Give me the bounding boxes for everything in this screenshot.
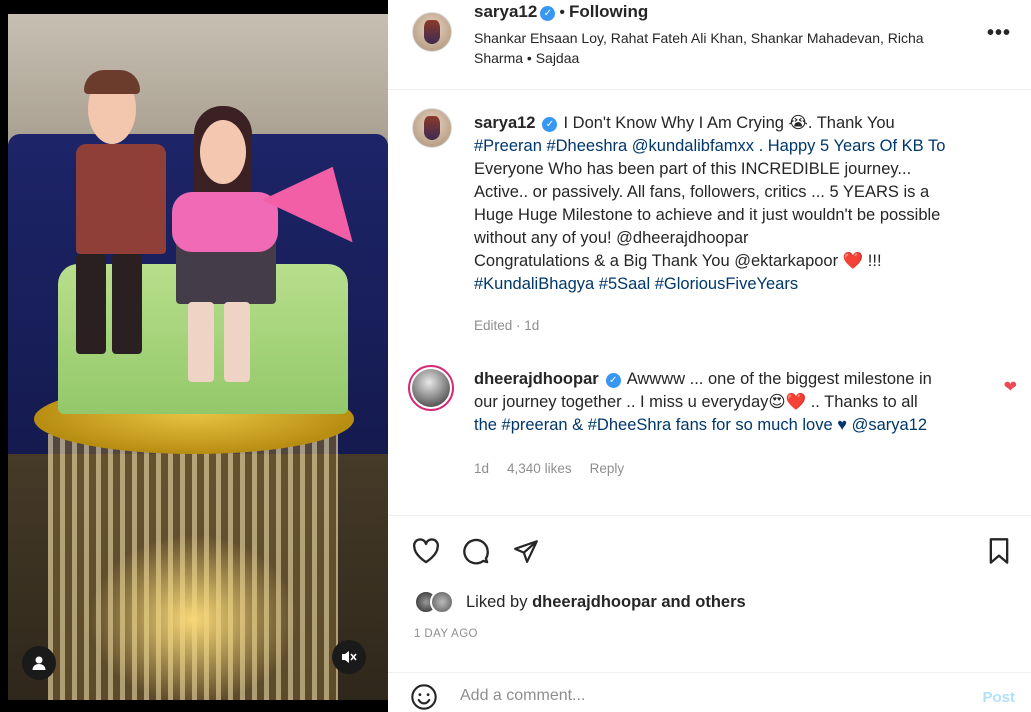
cake-topper-man xyxy=(68,70,178,374)
post-media[interactable] xyxy=(0,0,388,712)
post-details-panel: sarya12 ✓ • Following Shankar Ehsaan Loy, R… xyxy=(388,0,1031,712)
author-username[interactable]: sarya12 xyxy=(474,2,537,21)
liked-by-prefix: Liked by xyxy=(466,592,528,611)
commenter-avatar[interactable] xyxy=(408,365,454,411)
heart-outline-icon xyxy=(413,538,439,564)
caption-username[interactable]: sarya12 xyxy=(474,114,535,132)
speaker-muted-icon xyxy=(342,651,357,663)
smiley-icon xyxy=(411,684,437,710)
post-caption: sarya12 ✓ I Don't Know Why I Am Crying 😭. … xyxy=(474,112,1009,296)
user-icon xyxy=(32,656,46,670)
author-avatar[interactable] xyxy=(412,12,452,52)
caption-line: Huge Huge Milestone to achieve and it ju… xyxy=(474,206,941,224)
comment-like-heart-icon[interactable]: ❤ xyxy=(1004,377,1017,397)
caption-line[interactable]: #Preeran #Dheeshra @kundalibfamxx . Happ… xyxy=(474,137,945,155)
liked-by-username[interactable]: dheerajdhoopar xyxy=(532,593,657,612)
liked-by-row: Liked by dheerajdhoopar and others xyxy=(414,588,746,616)
verified-badge-icon: ✓ xyxy=(542,117,558,132)
caption-line: without any of you! @dheerajdhoopar xyxy=(474,229,749,247)
stand-light-glow xyxy=(88,534,298,700)
caption-line: Congratulations & a Big Thank You @ektar… xyxy=(474,252,882,270)
caption-line: I Don't Know Why I Am Crying 😭. Thank Yo… xyxy=(563,114,895,132)
video-frame[interactable] xyxy=(8,14,388,700)
like-button[interactable] xyxy=(410,535,442,567)
comment-line: our journey together .. I miss u everyda… xyxy=(474,393,918,411)
save-button[interactable] xyxy=(983,535,1015,567)
caption-line: Everyone Who has been part of this INCRE… xyxy=(474,160,912,178)
comment-likes-count[interactable]: 4,340 likes xyxy=(507,461,572,476)
paper-plane-icon xyxy=(514,540,538,563)
user-tags-button[interactable] xyxy=(22,646,56,680)
post-comment-button[interactable]: Post xyxy=(982,689,1015,706)
bookmark-icon xyxy=(989,538,1009,564)
comment-button[interactable] xyxy=(460,535,492,567)
post-header: sarya12 ✓ • Following Shankar Ehsaan Loy, R… xyxy=(388,0,1031,90)
comment-bubble-icon xyxy=(463,538,489,565)
post-timestamp[interactable]: 1 DAY AGO xyxy=(414,628,478,640)
verified-badge-icon: ✓ xyxy=(605,373,621,388)
following-button[interactable]: Following xyxy=(569,2,648,21)
mute-toggle-button[interactable] xyxy=(332,640,366,674)
share-button[interactable] xyxy=(510,535,542,567)
post-action-bar xyxy=(410,535,542,567)
caption-author-avatar[interactable] xyxy=(412,108,452,148)
comment-username[interactable]: dheerajdhoopar xyxy=(474,370,599,388)
caption-edited-time: Edited · 1d xyxy=(474,318,540,333)
separator-dot: • xyxy=(559,4,565,21)
liker-avatars[interactable] xyxy=(414,588,458,616)
comment-age: 1d xyxy=(474,461,490,476)
emoji-button[interactable] xyxy=(410,683,438,712)
comment-text: dheerajdhoopar ✓ Awwww ... one of the bigg… xyxy=(474,368,994,437)
caption-line: Active.. or passively. All fans, followe… xyxy=(474,183,930,201)
verified-badge-icon: ✓ xyxy=(540,6,556,21)
add-comment-input[interactable] xyxy=(460,683,900,709)
comment-meta: 1d 4,340 likes Reply xyxy=(474,461,642,476)
cake-topper-woman xyxy=(172,106,288,396)
comment-line: Awwww ... one of the biggest milestone i… xyxy=(626,370,932,388)
audio-track-link[interactable]: Shankar Ehsaan Loy, Rahat Fateh Ali Khan… xyxy=(474,28,974,68)
caption-hashtags[interactable]: #KundaliBhagya #5Saal #GloriousFiveYears xyxy=(474,275,798,293)
add-comment-bar: Post xyxy=(388,672,1031,712)
actions-divider xyxy=(388,515,1031,516)
liked-by-others[interactable]: and others xyxy=(661,593,745,612)
author-line: sarya12 ✓ • Following xyxy=(474,2,648,22)
more-options-icon[interactable]: ••• xyxy=(987,22,1011,45)
comment-line: the #preeran & #DheeShra fans for so muc… xyxy=(474,416,928,434)
comment-reply-button[interactable]: Reply xyxy=(590,461,625,476)
